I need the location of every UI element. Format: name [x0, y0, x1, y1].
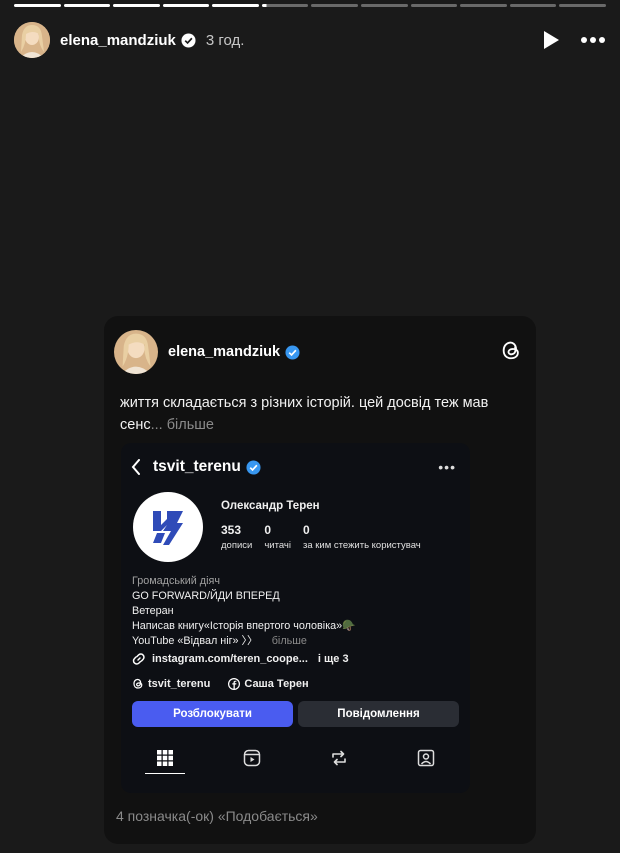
bio-more-link[interactable]: більше — [272, 635, 307, 647]
logo-icon — [153, 511, 183, 545]
story-progress — [14, 4, 606, 7]
threads-icon — [133, 678, 143, 689]
tagged-icon — [418, 749, 435, 767]
bio-youtube: YouTube «Відвал ніг» 〉〉 — [132, 635, 258, 647]
profile-more-icon[interactable]: ••• — [438, 459, 456, 475]
profile-actions: Розблокувати Повідомлення — [132, 701, 459, 727]
bio-line: YouTube «Відвал ніг» 〉〉 більше — [132, 634, 462, 649]
progress-segment — [212, 4, 259, 7]
threads-link[interactable]: tsvit_terenu — [148, 678, 210, 690]
reposts-icon — [332, 750, 346, 766]
stat-following[interactable]: 0 за ким стежить користувач — [303, 523, 421, 551]
progress-segment — [361, 4, 408, 7]
social-links: tsvit_terenu Саша Терен — [132, 677, 309, 690]
facebook-link[interactable]: Саша Терен — [244, 678, 308, 690]
stat-number: 0 — [302, 523, 310, 537]
stat-label: дописи — [221, 540, 253, 551]
story-username[interactable]: elena_mandziuk — [60, 32, 176, 49]
progress-segment — [410, 4, 458, 7]
back-arrow-icon[interactable] — [131, 459, 141, 475]
profile-stats: 353 дописи 0 читачі 0 за ким стежить кор… — [221, 523, 421, 551]
card-username[interactable]: elena_mandziuk — [168, 344, 280, 360]
likes-count[interactable]: 4 позначка(-ок) «Подобається» — [116, 808, 318, 824]
profile-handle: tsvit_terenu — [153, 458, 241, 475]
stat-label: за ким стежить користувач — [302, 540, 421, 551]
progress-segment — [113, 4, 160, 7]
grid-icon — [156, 750, 173, 766]
verified-badge-icon — [181, 32, 196, 48]
progress-segment — [460, 4, 507, 7]
tab-tagged[interactable] — [406, 740, 446, 776]
stat-posts[interactable]: 353 дописи — [221, 523, 252, 551]
progress-segment — [162, 4, 210, 7]
verified-badge-icon — [285, 344, 300, 360]
progress-segment — [509, 4, 557, 7]
avatar[interactable] — [14, 22, 50, 58]
verified-badge-icon — [246, 459, 261, 475]
progress-segment — [63, 4, 111, 7]
threads-icon[interactable] — [500, 338, 522, 367]
more-icon[interactable] — [580, 36, 606, 44]
message-button[interactable]: Повідомлення — [298, 701, 459, 727]
progress-segment — [311, 4, 359, 7]
profile-photo — [114, 330, 158, 374]
stat-label: читачі — [264, 540, 291, 551]
bio-category: Громадський діяч — [132, 575, 220, 587]
bio-line: Написав книгу«Історія впертого чоловіка»… — [132, 620, 356, 632]
embedded-profile-screenshot[interactable]: tsvit_terenu ••• Олександр Терен 353 доп… — [121, 443, 470, 793]
bio-line: GO FORWARD/ЙДИ ВПЕРЕД — [132, 590, 280, 602]
stat-followers[interactable]: 0 читачі — [264, 523, 291, 551]
facebook-icon — [228, 677, 241, 690]
progress-segment — [559, 4, 606, 7]
progress-segment — [261, 4, 309, 7]
profile-topbar: tsvit_terenu ••• — [131, 457, 456, 477]
threads-post-card[interactable]: elena_mandziuk життя складається з різни… — [104, 316, 536, 844]
profile-tabs — [121, 740, 470, 776]
profile-bio: Громадський діяч GO FORWARD/ЙДИ ВПЕРЕД В… — [132, 574, 462, 649]
card-header: elena_mandziuk — [114, 330, 522, 374]
tab-reposts[interactable] — [319, 740, 359, 776]
post-text: життя складається з різних історій. цей … — [120, 392, 520, 436]
link-icon — [132, 653, 145, 665]
stat-number: 0 — [264, 523, 272, 537]
story-header: elena_mandziuk 3 год. — [14, 20, 606, 60]
reels-icon — [243, 749, 261, 767]
card-avatar[interactable] — [114, 330, 158, 374]
play-icon[interactable] — [542, 30, 560, 50]
link-more[interactable]: і ще 3 — [318, 653, 349, 665]
stat-number: 353 — [221, 523, 242, 537]
profile-photo — [14, 22, 50, 58]
profile-name: Олександр Терен — [221, 500, 320, 512]
story-time: 3 год. — [205, 31, 245, 49]
profile-picture[interactable] — [133, 492, 203, 562]
bio-line: Ветеран — [132, 605, 174, 617]
profile-link[interactable]: instagram.com/teren_coope... і ще 3 — [132, 652, 349, 666]
post-ellipsis: ... — [150, 417, 163, 433]
link-text: instagram.com/teren_coope... — [152, 653, 308, 665]
tab-reels[interactable] — [232, 740, 272, 776]
unblock-button[interactable]: Розблокувати — [132, 701, 293, 727]
progress-segment — [14, 4, 61, 7]
post-more-link[interactable]: більше — [163, 417, 214, 433]
tab-grid[interactable] — [144, 740, 185, 776]
